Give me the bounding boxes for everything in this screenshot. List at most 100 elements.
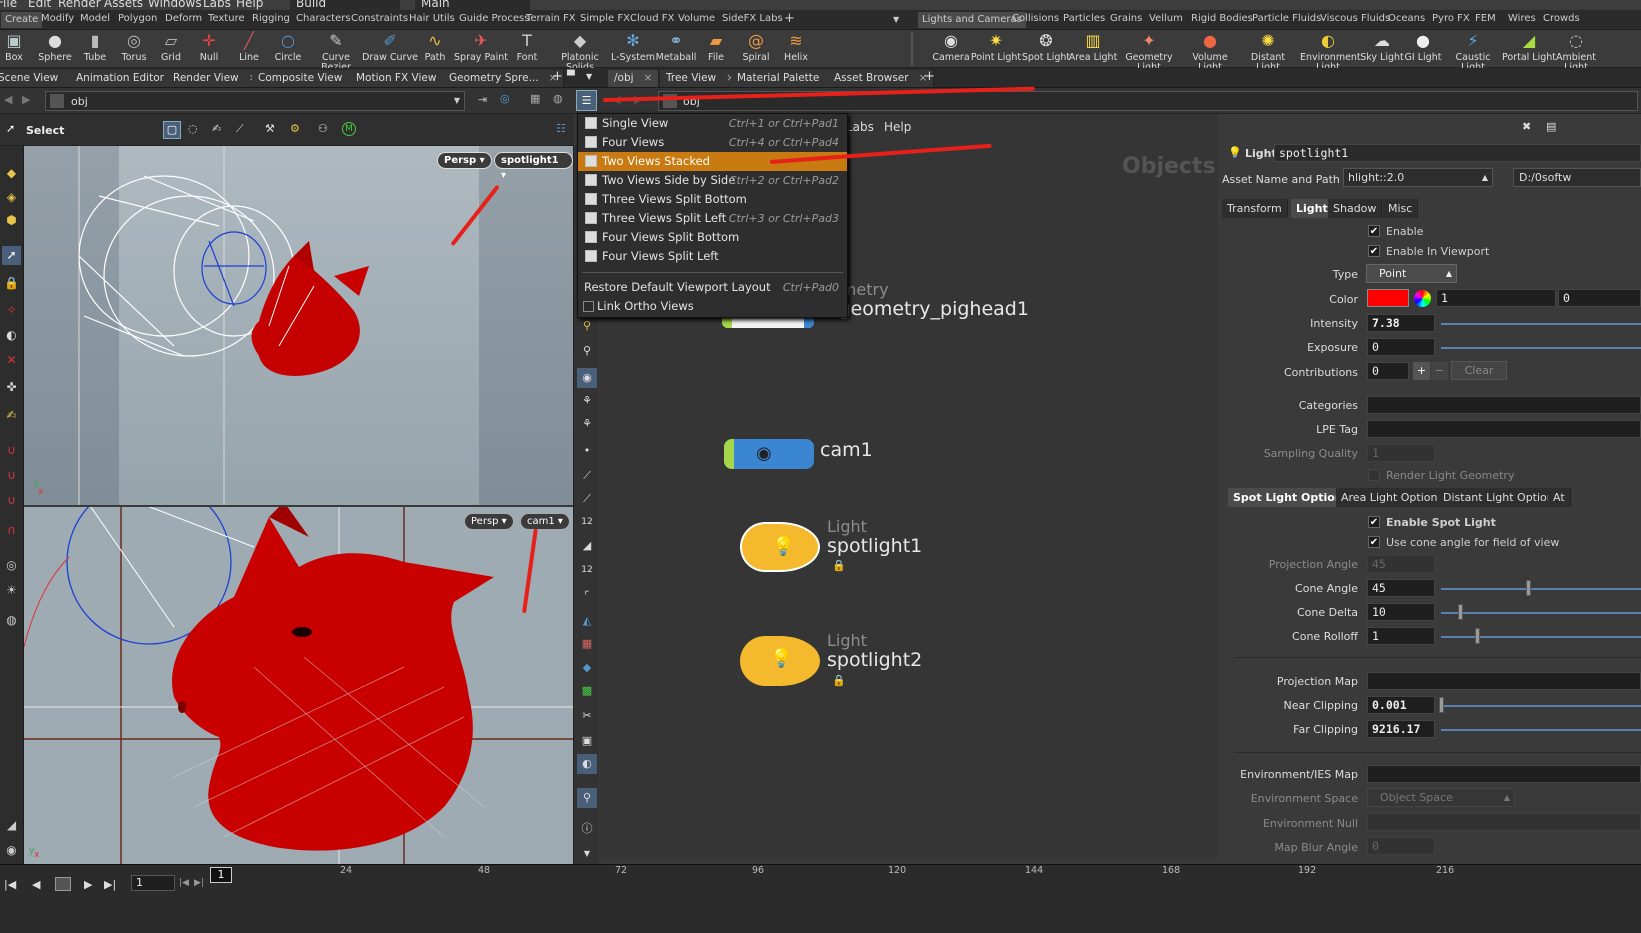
menu-item-four-views-split-bottom[interactable]: Four Views Split Bottom	[578, 228, 847, 247]
handle-icon[interactable]: ✧	[2, 301, 21, 320]
exposure-slider[interactable]	[1441, 347, 1641, 349]
context-selector[interactable]: Main	[415, 0, 530, 10]
light-tool-icon[interactable]: ☀	[2, 581, 21, 600]
menu-item-three-views-split-bottom[interactable]: Three Views Split Bottom	[578, 190, 847, 209]
tool-geometry-light[interactable]: ✦Geometry Light	[1121, 31, 1177, 73]
node-cam1[interactable]: ◉	[724, 439, 814, 469]
shelf-tab[interactable]: Viscous Fluids	[1320, 13, 1390, 24]
color-wheel-icon[interactable]	[1414, 290, 1431, 307]
cone-delta-knob[interactable]	[1458, 604, 1463, 620]
shelf-tab[interactable]: Guide Process	[459, 13, 529, 24]
cone-rolloff-field[interactable]: 1	[1367, 627, 1435, 645]
info-icon[interactable]: ⓘ	[577, 819, 597, 839]
laser-select-icon[interactable]: ⟋	[236, 122, 244, 136]
use-cone-angle-checkbox[interactable]: ✔	[1368, 536, 1380, 548]
menu-edit[interactable]: Edit	[28, 0, 51, 10]
select-arrow-icon[interactable]: ➚	[6, 122, 15, 135]
vertex-numbers-icon[interactable]: 12	[577, 560, 597, 580]
remove-icon[interactable]: −	[1431, 362, 1448, 380]
tab-shadow[interactable]: Shadow	[1328, 199, 1383, 218]
tab-asset-browser[interactable]: Asset Browser ×	[828, 70, 935, 87]
shading-icon[interactable]: ◭	[577, 611, 597, 631]
lock-icon[interactable]: 🔒	[832, 559, 846, 572]
jump-end-icon[interactable]: ▶|	[104, 878, 116, 891]
pane-menu-icon[interactable]: ▀	[567, 71, 575, 82]
menu-item-three-views-split-left[interactable]: Three Views Split Left Ctrl+3 or Ctrl+Pad…	[578, 209, 847, 228]
shelf-tab[interactable]: Vellum	[1149, 13, 1183, 24]
shelf-tab[interactable]: Simple FX	[580, 13, 630, 24]
shelf-tab[interactable]: Wires	[1508, 13, 1536, 24]
node-spotlight1[interactable]: 💡	[740, 522, 820, 572]
magnet-icon[interactable]: ∪	[2, 441, 21, 460]
shelf-tab[interactable]: Constraints	[351, 13, 408, 24]
shelf-tab[interactable]: Cloud FX	[630, 13, 674, 24]
shelf-tab[interactable]: Pyro FX	[1432, 13, 1470, 24]
checker-icon[interactable]: ▦	[577, 634, 597, 654]
shelf-menu-icon[interactable]: ▼	[893, 15, 899, 24]
close-icon[interactable]: ×	[644, 72, 653, 84]
camera-view-icon[interactable]: ◉	[577, 368, 597, 388]
tab-transform[interactable]: Transform	[1222, 199, 1288, 218]
tool-caustic-light[interactable]: ⚡Caustic Light	[1445, 31, 1501, 73]
pin-icon[interactable]: ⇥	[478, 93, 487, 106]
near-clipping-slider[interactable]	[1441, 705, 1641, 707]
path-field[interactable]: obj ▼	[45, 91, 465, 111]
uv-icon[interactable]: ⌜	[577, 586, 597, 606]
environment-map-field[interactable]	[1367, 765, 1641, 783]
render-region-icon[interactable]: ◐	[577, 754, 597, 774]
cam-tool-icon[interactable]: ◎	[2, 556, 21, 575]
link-ortho-checkbox[interactable]	[583, 301, 594, 312]
stop-icon[interactable]	[55, 877, 71, 891]
cone-rolloff-slider[interactable]	[1441, 636, 1641, 638]
environment-null-field[interactable]	[1367, 813, 1641, 831]
add-icon[interactable]: +	[1413, 362, 1430, 380]
keyframe-icon[interactable]: ◢	[2, 816, 21, 835]
tool-gi-light[interactable]: ● GI Light	[1395, 31, 1451, 63]
menu-item-two-views-side-by-side[interactable]: Two Views Side by Side Ctrl+2 or Ctrl+Pad…	[578, 171, 847, 190]
cone-rolloff-knob[interactable]	[1475, 628, 1480, 644]
template-icon[interactable]: ⚘	[577, 414, 597, 434]
shelf-tab[interactable]: Particles	[1063, 13, 1105, 24]
shelf-tab[interactable]: Hair Utils	[409, 13, 455, 24]
shelf-tab[interactable]: Texture	[208, 13, 245, 24]
menu-render[interactable]: Render	[58, 0, 101, 10]
tool-volume-light[interactable]: ●Volume Light	[1182, 31, 1238, 73]
far-clipping-field[interactable]: 9216.17	[1367, 720, 1435, 738]
magnet-icon[interactable]: ∪	[2, 491, 21, 510]
frame-field[interactable]: 1	[131, 875, 175, 891]
axis-icon[interactable]: ✜	[2, 378, 21, 397]
map-blur-angle-field[interactable]: 0	[1367, 837, 1435, 855]
shelf-tab[interactable]: Rigid Bodies	[1191, 13, 1253, 24]
joint-icon[interactable]: ✕	[2, 351, 21, 370]
point-numbers-icon[interactable]: 12	[577, 512, 597, 532]
shelf-tab[interactable]: FEM	[1475, 13, 1496, 24]
shelf-tab[interactable]: Characters	[296, 13, 351, 24]
asset-selector[interactable]: hlight::2.0 ▲	[1343, 168, 1493, 187]
tool-area-light[interactable]: ▥ Area Light	[1065, 31, 1121, 63]
cone-delta-slider[interactable]	[1441, 612, 1641, 614]
intensity-slider[interactable]	[1441, 323, 1641, 325]
snap-tool-icon[interactable]: ✂	[577, 706, 597, 726]
clear-button[interactable]: Clear	[1451, 361, 1507, 380]
lasso-select-icon[interactable]: ◌	[188, 122, 198, 135]
add-tab-icon[interactable]: +	[552, 69, 563, 84]
tool-environment-light[interactable]: ◐Environment Light	[1300, 31, 1361, 73]
shelf-tab[interactable]: Lights and Cameras	[918, 12, 1026, 28]
shelf-tab[interactable]: Particle Fluids	[1252, 13, 1321, 24]
forward-arrow-icon[interactable]: ▶	[22, 93, 30, 106]
tab-distant-light-options[interactable]: Distant Light Options	[1438, 488, 1566, 507]
asset-path-field[interactable]: D:/0softw	[1513, 168, 1641, 187]
cone-delta-field[interactable]: 10	[1367, 603, 1435, 621]
network-menu-labs[interactable]: Labs	[846, 120, 874, 134]
disk-icon[interactable]: ◉	[2, 841, 21, 860]
render-light-geometry-checkbox[interactable]	[1368, 469, 1380, 481]
camera-menu[interactable]: cam1 ▾	[520, 513, 570, 530]
view-type-menu[interactable]: Persp ▾	[437, 152, 492, 169]
jump-start-icon[interactable]: |◀	[4, 878, 16, 891]
vis-icon[interactable]: ▩	[577, 681, 597, 701]
shelf-tab[interactable]: Oceans	[1388, 13, 1425, 24]
tool-platonic-solids[interactable]: ◆Platonic Solids	[552, 31, 608, 73]
pose-icon[interactable]: ◐	[2, 326, 21, 345]
viewport-top[interactable]: y x Persp ▾ spotlight1 ▾	[24, 146, 573, 505]
shelf-tab[interactable]: Collisions	[1012, 13, 1059, 24]
